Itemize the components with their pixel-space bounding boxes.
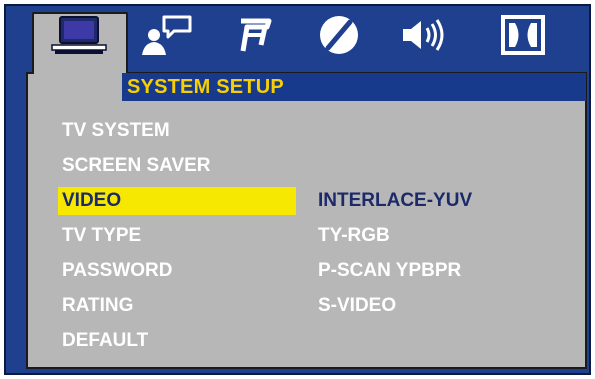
disc-icon [316,12,362,58]
tab-dolby-setup[interactable] [488,12,558,58]
menu-item-rating[interactable]: RATING [58,292,133,320]
menu-item-default[interactable]: DEFAULT [58,327,148,355]
tab-video-setup[interactable] [304,12,374,58]
tab-speaker-setup[interactable] [390,12,460,58]
option-ty-rgb[interactable]: TY-RGB [318,222,390,250]
menu-item-tv-type[interactable]: TV TYPE [58,222,141,250]
option-s-video[interactable]: S-VIDEO [318,292,396,320]
menu-item-tv-system[interactable]: TV SYSTEM [58,117,170,145]
tab-system-setup[interactable] [44,12,114,58]
tab-audio-setup[interactable] [218,12,288,58]
menu-item-screen-saver[interactable]: SCREEN SAVER [58,152,211,180]
dolby-icon [498,13,548,57]
tab-language-setup[interactable] [132,12,202,58]
option-interlace-yuv[interactable]: INTERLACE-YUV [318,187,472,215]
speaker-icon [397,13,453,57]
dvd-setup-screen: SYSTEM SETUP TV SYSTEM SCREEN SAVER VIDE… [4,4,591,375]
page-title: SYSTEM SETUP [122,73,586,101]
user-chat-icon [132,13,202,57]
menu-item-password[interactable]: PASSWORD [58,257,172,285]
music-note-icon [227,13,279,57]
option-p-scan-ypbpr[interactable]: P-SCAN YPBPR [318,257,461,285]
menu-item-video[interactable]: VIDEO [58,187,296,215]
setup-tab-bar [6,6,589,102]
monitor-icon [48,14,110,56]
